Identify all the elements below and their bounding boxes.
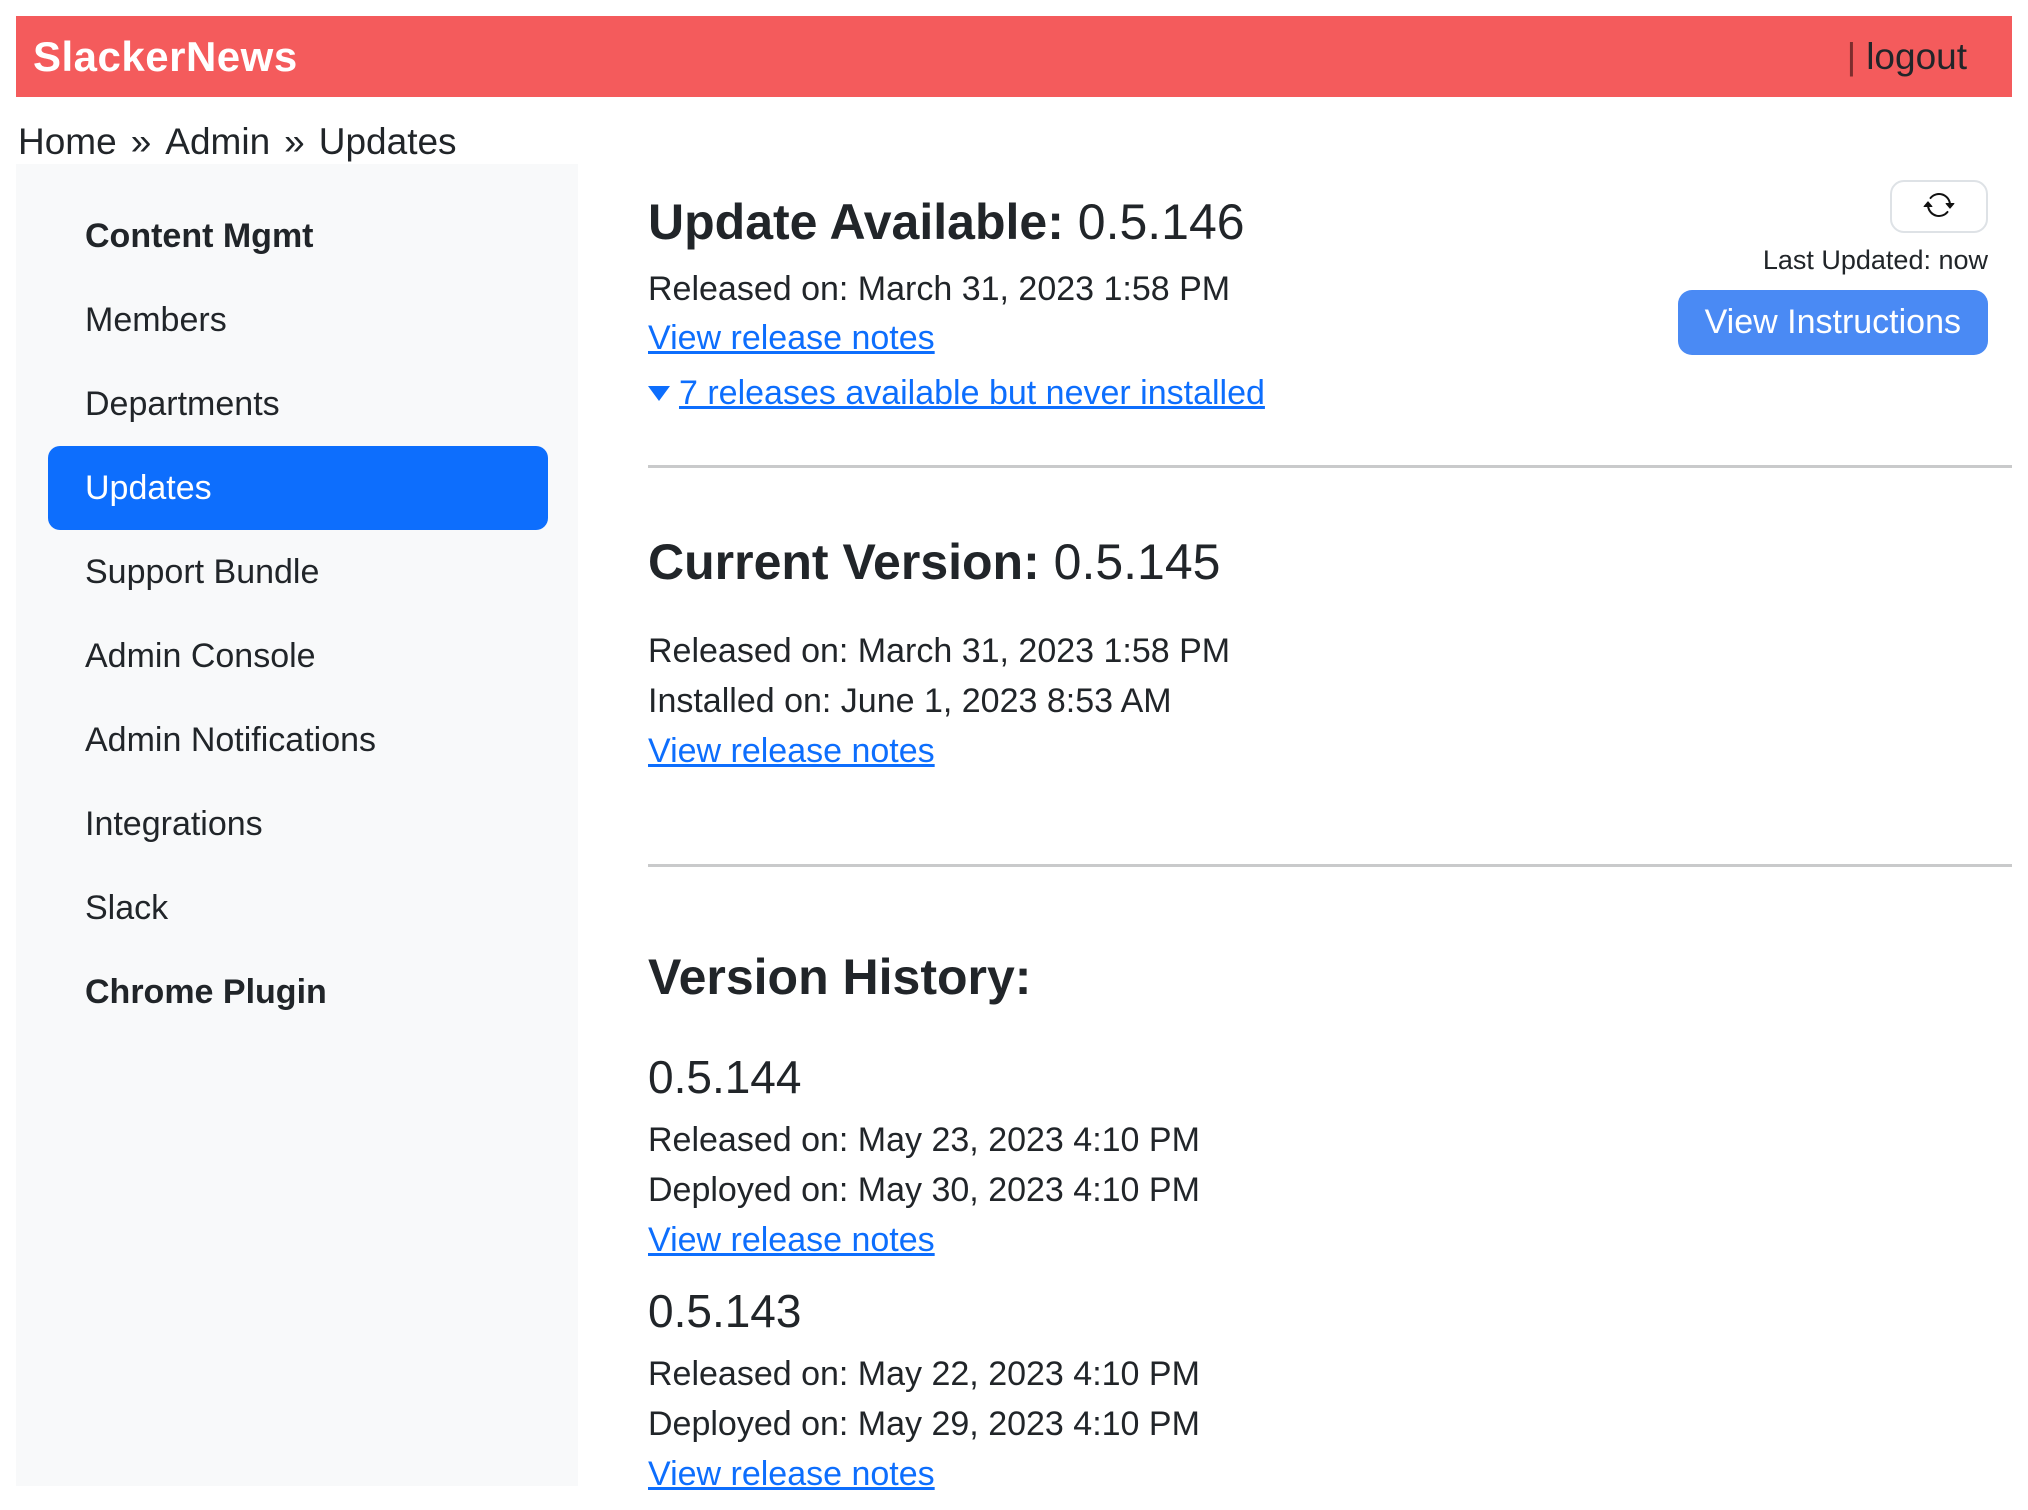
sidebar-item-members[interactable]: Members [16,278,578,362]
breadcrumb-separator: » [284,121,305,162]
update-available-label: Update Available: [648,194,1064,250]
history-deployed-on: Deployed on: May 29, 2023 4:10 PM [648,1399,2012,1449]
logout-separator: | [1847,36,1857,78]
current-version-label: Current Version: [648,534,1040,590]
version-history-entry: 0.5.144 Released on: May 23, 2023 4:10 P… [648,1051,2012,1265]
current-installed-on: Installed on: June 1, 2023 8:53 AM [648,676,2012,726]
updates-main: Last Updated: now View Instructions Upda… [648,164,2012,1499]
history-deployed-on: Deployed on: May 30, 2023 4:10 PM [648,1165,2012,1215]
history-release-notes-link[interactable]: View release notes [648,1221,935,1259]
update-available-version: 0.5.146 [1078,194,1245,250]
sidebar-item-support-bundle[interactable]: Support Bundle [16,530,578,614]
update-release-notes-link[interactable]: View release notes [648,319,935,357]
sidebar-item-integrations[interactable]: Integrations [16,782,578,866]
sidebar-item-slack[interactable]: Slack [16,866,578,950]
history-version-number: 0.5.144 [648,1051,2012,1103]
history-version-number: 0.5.143 [648,1285,2012,1337]
current-released-on: Released on: March 31, 2023 1:58 PM [648,626,2012,676]
current-version-number: 0.5.145 [1054,534,1221,590]
sidebar-item-chrome-plugin[interactable]: Chrome Plugin [16,950,578,1034]
section-divider [648,864,2012,867]
current-version-heading: Current Version: 0.5.145 [648,534,2012,590]
sidebar-item-admin-notifications[interactable]: Admin Notifications [16,698,578,782]
admin-sidebar: Content Mgmt Members Departments Updates… [16,164,578,1486]
logout-link[interactable]: logout [1866,36,1967,78]
refresh-button[interactable] [1890,180,1988,233]
refresh-icon [1923,189,1955,224]
section-divider [648,465,2012,468]
history-released-on: Released on: May 23, 2023 4:10 PM [648,1115,2012,1165]
history-released-on: Released on: May 22, 2023 4:10 PM [648,1349,2012,1399]
sidebar-item-departments[interactable]: Departments [16,362,578,446]
breadcrumb-home[interactable]: Home [18,121,117,162]
releases-collapse-link[interactable]: 7 releases available but never installed [679,369,1265,417]
sidebar-item-updates[interactable]: Updates [48,446,548,530]
logout-area: | logout [1847,36,1967,78]
brand-title: SlackerNews [33,33,298,81]
breadcrumb-updates: Updates [319,121,457,162]
update-controls: Last Updated: now View Instructions [1678,180,1988,355]
last-updated-text: Last Updated: now [1763,245,1988,276]
breadcrumb-admin[interactable]: Admin [165,121,270,162]
view-instructions-button[interactable]: View Instructions [1678,290,1988,355]
sidebar-menu: Content Mgmt Members Departments Updates… [16,194,578,1034]
current-release-notes-link[interactable]: View release notes [648,732,935,770]
breadcrumb-separator: » [131,121,152,162]
breadcrumb: Home » Admin » Updates [18,120,457,164]
app-header: SlackerNews | logout [16,16,2012,97]
caret-down-icon [648,386,670,401]
sidebar-item-content-mgmt[interactable]: Content Mgmt [16,194,578,278]
history-release-notes-link[interactable]: View release notes [648,1455,935,1493]
version-history-entry: 0.5.143 Released on: May 22, 2023 4:10 P… [648,1285,2012,1499]
sidebar-item-admin-console[interactable]: Admin Console [16,614,578,698]
version-history-heading: Version History: [648,949,2012,1005]
